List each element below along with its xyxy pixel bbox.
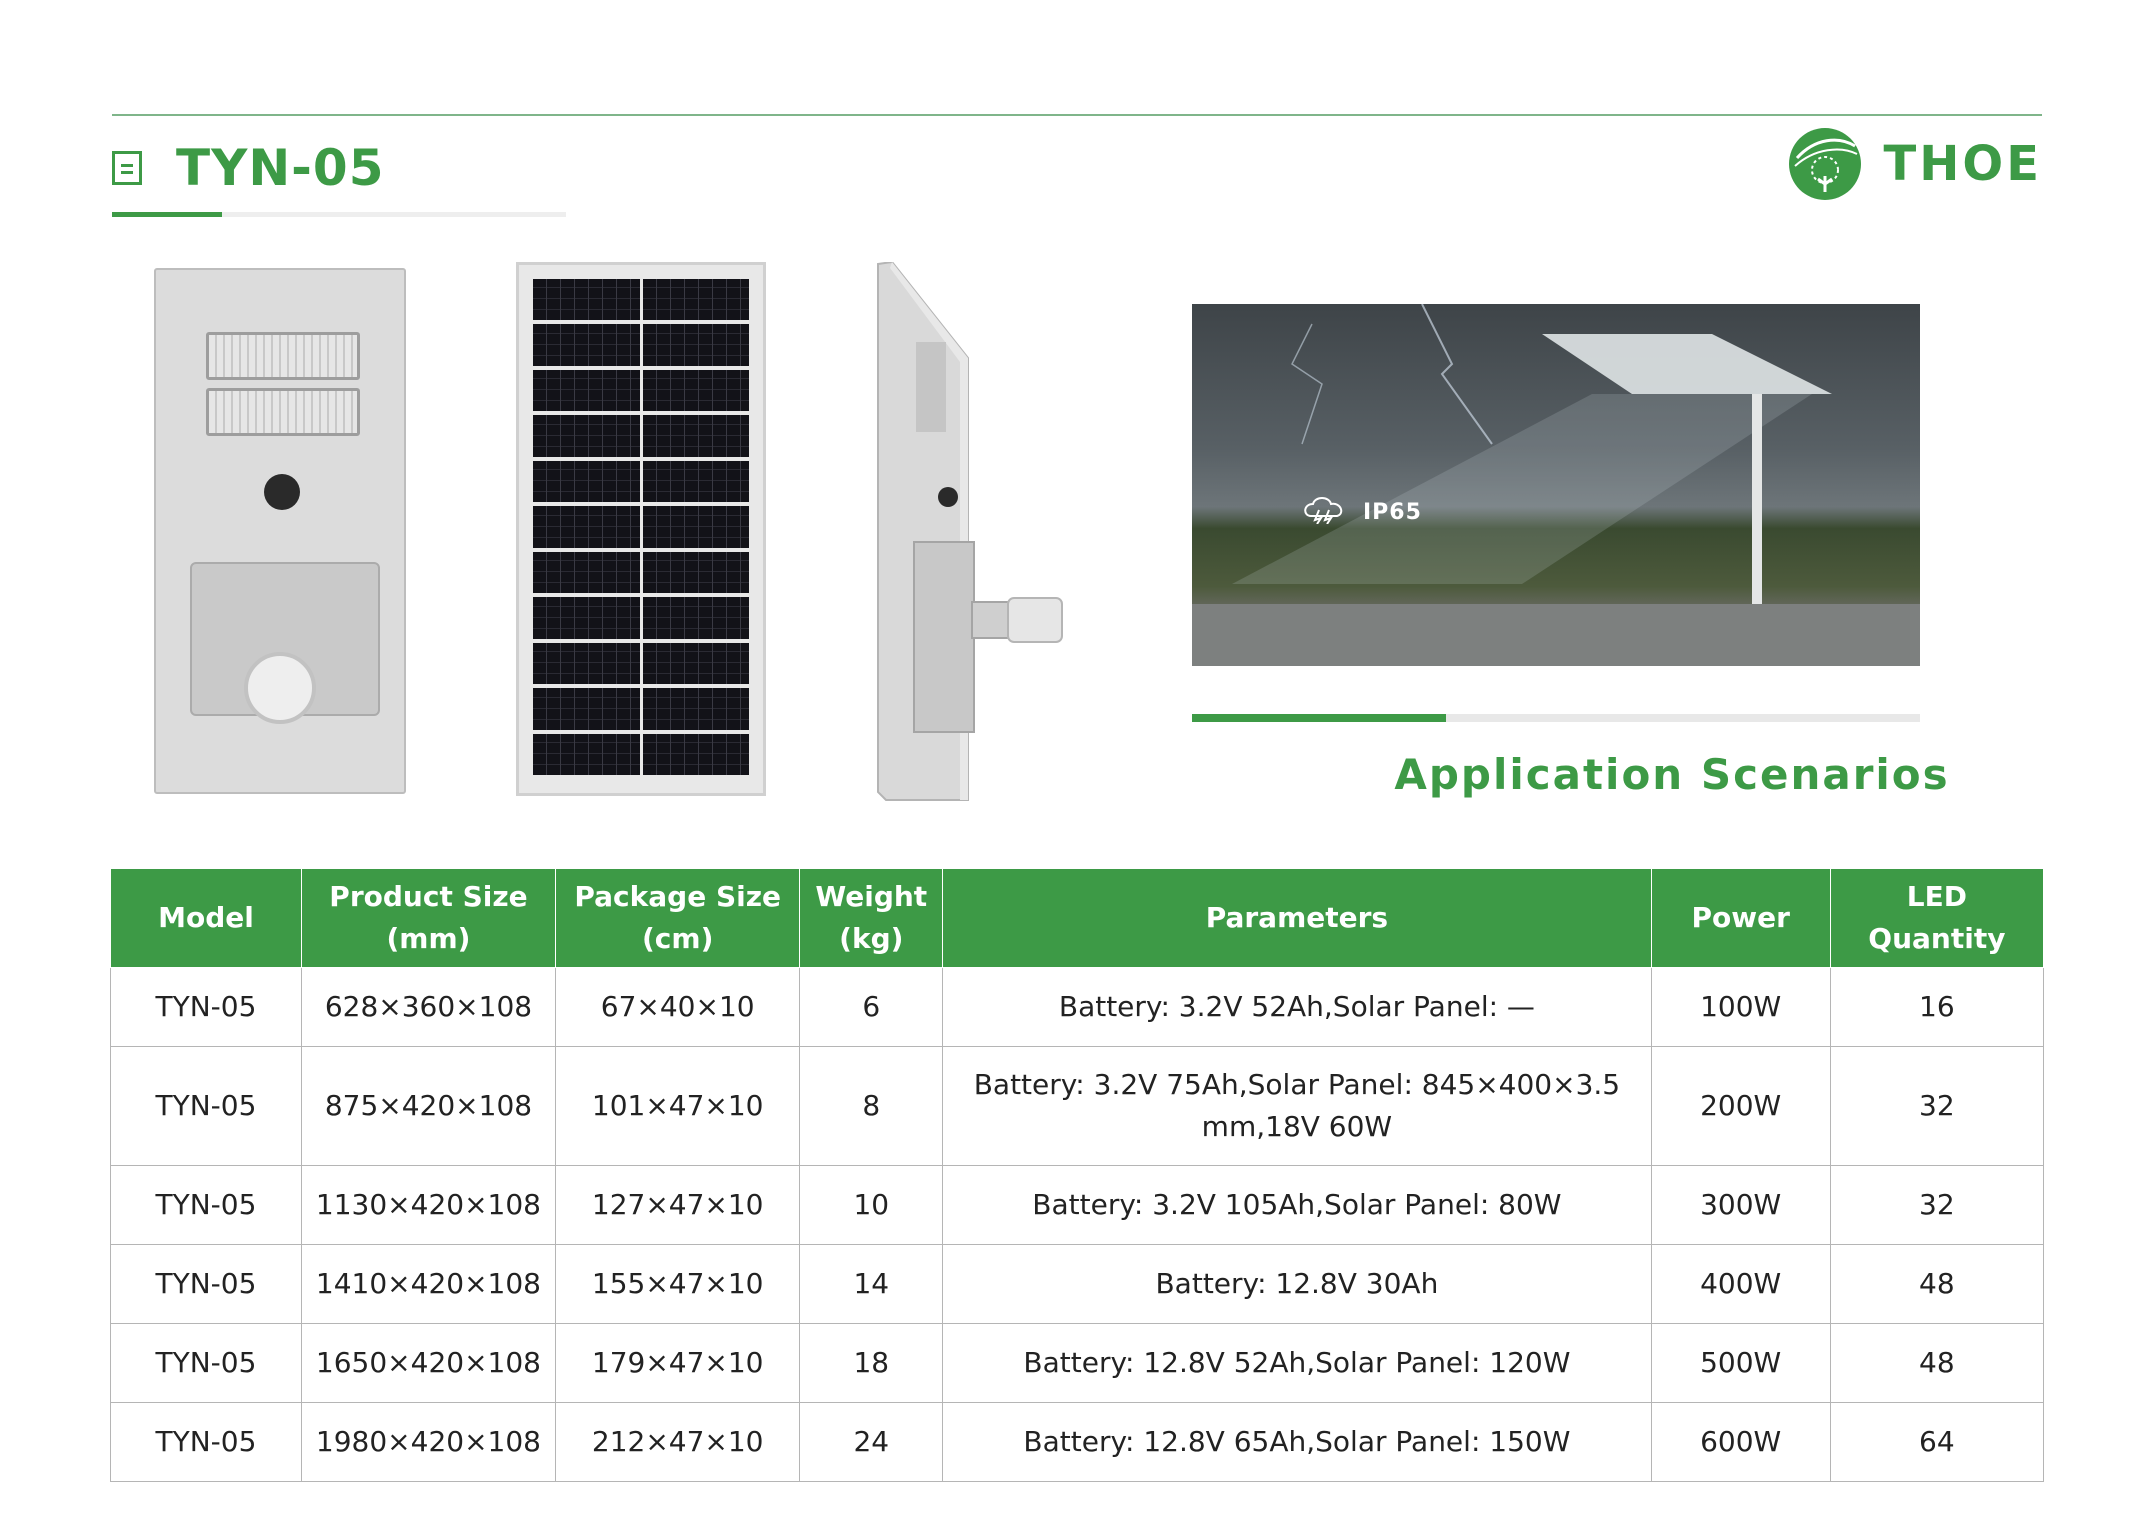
- cell-model: TYN-05: [110, 1244, 302, 1324]
- page-header: TYN-05: [112, 138, 385, 198]
- cell-power: 100W: [1650, 967, 1831, 1047]
- cell-product-size: 1650×420×108: [300, 1323, 557, 1403]
- table-row: TYN-05 1650×420×108 179×47×10 18 Battery…: [110, 1323, 2045, 1403]
- solar-panel-image: [516, 262, 766, 796]
- cell-product-size: 1980×420×108: [300, 1402, 557, 1482]
- front-view-image: [154, 268, 406, 794]
- cell-parameters: Battery: 12.8V 30Ah: [942, 1244, 1652, 1324]
- col-header-parameters: Parameters: [942, 868, 1652, 968]
- col-header-product-size: Product Size (mm): [300, 868, 557, 968]
- cell-parameters: Battery: 3.2V 105Ah,Solar Panel: 80W: [942, 1165, 1652, 1245]
- col-header-package-size: Package Size (cm): [554, 868, 801, 968]
- light-sensor: [264, 474, 300, 510]
- cell-model: TYN-05: [110, 1323, 302, 1403]
- col-header-led-quantity: LED Quantity: [1829, 868, 2045, 968]
- document-icon: [112, 151, 142, 185]
- cell-weight: 18: [799, 1323, 944, 1403]
- cell-power: 500W: [1650, 1323, 1831, 1403]
- cell-led-quantity: 32: [1829, 1165, 2045, 1245]
- led-module: [206, 388, 360, 436]
- cell-power: 200W: [1650, 1046, 1831, 1166]
- cell-model: TYN-05: [110, 1165, 302, 1245]
- scenario-bar-accent: [1192, 714, 1446, 722]
- cell-parameters: Battery: 12.8V 65Ah,Solar Panel: 150W: [942, 1402, 1652, 1482]
- cell-product-size: 628×360×108: [300, 967, 557, 1047]
- table-row: TYN-05 1130×420×108 127×47×10 10 Battery…: [110, 1165, 2045, 1245]
- cell-parameters: Battery: 3.2V 75Ah,Solar Panel: 845×400×…: [942, 1046, 1652, 1166]
- cell-product-size: 1410×420×108: [300, 1244, 557, 1324]
- leaf-tree-icon: [1789, 128, 1862, 200]
- spec-table: Model Product Size (mm) Package Size (cm) …: [110, 868, 2045, 1482]
- cell-power: 600W: [1650, 1402, 1831, 1482]
- cell-package-size: 67×40×10: [554, 967, 801, 1047]
- cell-led-quantity: 48: [1829, 1323, 2045, 1403]
- side-view-image: [876, 260, 1076, 802]
- solar-cells: [533, 279, 749, 775]
- cell-led-quantity: 16: [1829, 967, 2045, 1047]
- cell-parameters: Battery: 3.2V 52Ah,Solar Panel: —: [942, 967, 1652, 1047]
- brand-name: THOE: [1883, 136, 2042, 192]
- brand-logo: THOE: [1789, 128, 2042, 200]
- cell-weight: 14: [799, 1244, 944, 1324]
- table-row: TYN-05 1980×420×108 212×47×10 24 Battery…: [110, 1402, 2045, 1482]
- ip-rating-text: IP65: [1363, 499, 1422, 525]
- page-title: TYN-05: [176, 139, 385, 197]
- cell-model: TYN-05: [110, 1046, 302, 1166]
- cell-led-quantity: 32: [1829, 1046, 2045, 1166]
- cell-power: 400W: [1650, 1244, 1831, 1324]
- ip-rating-label: IP65: [1301, 494, 1422, 530]
- table-header-row: Model Product Size (mm) Package Size (cm) …: [110, 868, 2045, 968]
- cell-package-size: 212×47×10: [554, 1402, 801, 1482]
- table-row: TYN-05 628×360×108 67×40×10 6 Battery: 3…: [110, 967, 2045, 1047]
- table-row: TYN-05 875×420×108 101×47×10 8 Battery: …: [110, 1046, 2045, 1166]
- cell-package-size: 127×47×10: [554, 1165, 801, 1245]
- cell-package-size: 155×47×10: [554, 1244, 801, 1324]
- cell-weight: 6: [799, 967, 944, 1047]
- cell-led-quantity: 48: [1829, 1244, 2045, 1324]
- col-header-model: Model: [110, 868, 302, 968]
- cell-product-size: 875×420×108: [300, 1046, 557, 1166]
- cell-model: TYN-05: [110, 1402, 302, 1482]
- cell-parameters: Battery: 12.8V 52Ah,Solar Panel: 120W: [942, 1323, 1652, 1403]
- pole-adapter: [244, 652, 316, 724]
- cell-weight: 8: [799, 1046, 944, 1166]
- table-row: TYN-05 1410×420×108 155×47×10 14 Battery…: [110, 1244, 2045, 1324]
- col-header-power: Power: [1650, 868, 1831, 968]
- cell-package-size: 101×47×10: [554, 1046, 801, 1166]
- col-header-weight: Weight (kg): [799, 868, 944, 968]
- cell-power: 300W: [1650, 1165, 1831, 1245]
- application-scene-image: IP65: [1192, 304, 1920, 666]
- cell-model: TYN-05: [110, 967, 302, 1047]
- storm-cloud-icon: [1301, 494, 1353, 530]
- title-underline-accent: [112, 212, 222, 217]
- cell-package-size: 179×47×10: [554, 1323, 801, 1403]
- cell-weight: 10: [799, 1165, 944, 1245]
- cell-weight: 24: [799, 1402, 944, 1482]
- top-divider: [112, 114, 2042, 116]
- led-module: [206, 332, 360, 380]
- cell-product-size: 1130×420×108: [300, 1165, 557, 1245]
- cell-led-quantity: 64: [1829, 1402, 2045, 1482]
- scenario-title: Application Scenarios: [1394, 750, 1950, 799]
